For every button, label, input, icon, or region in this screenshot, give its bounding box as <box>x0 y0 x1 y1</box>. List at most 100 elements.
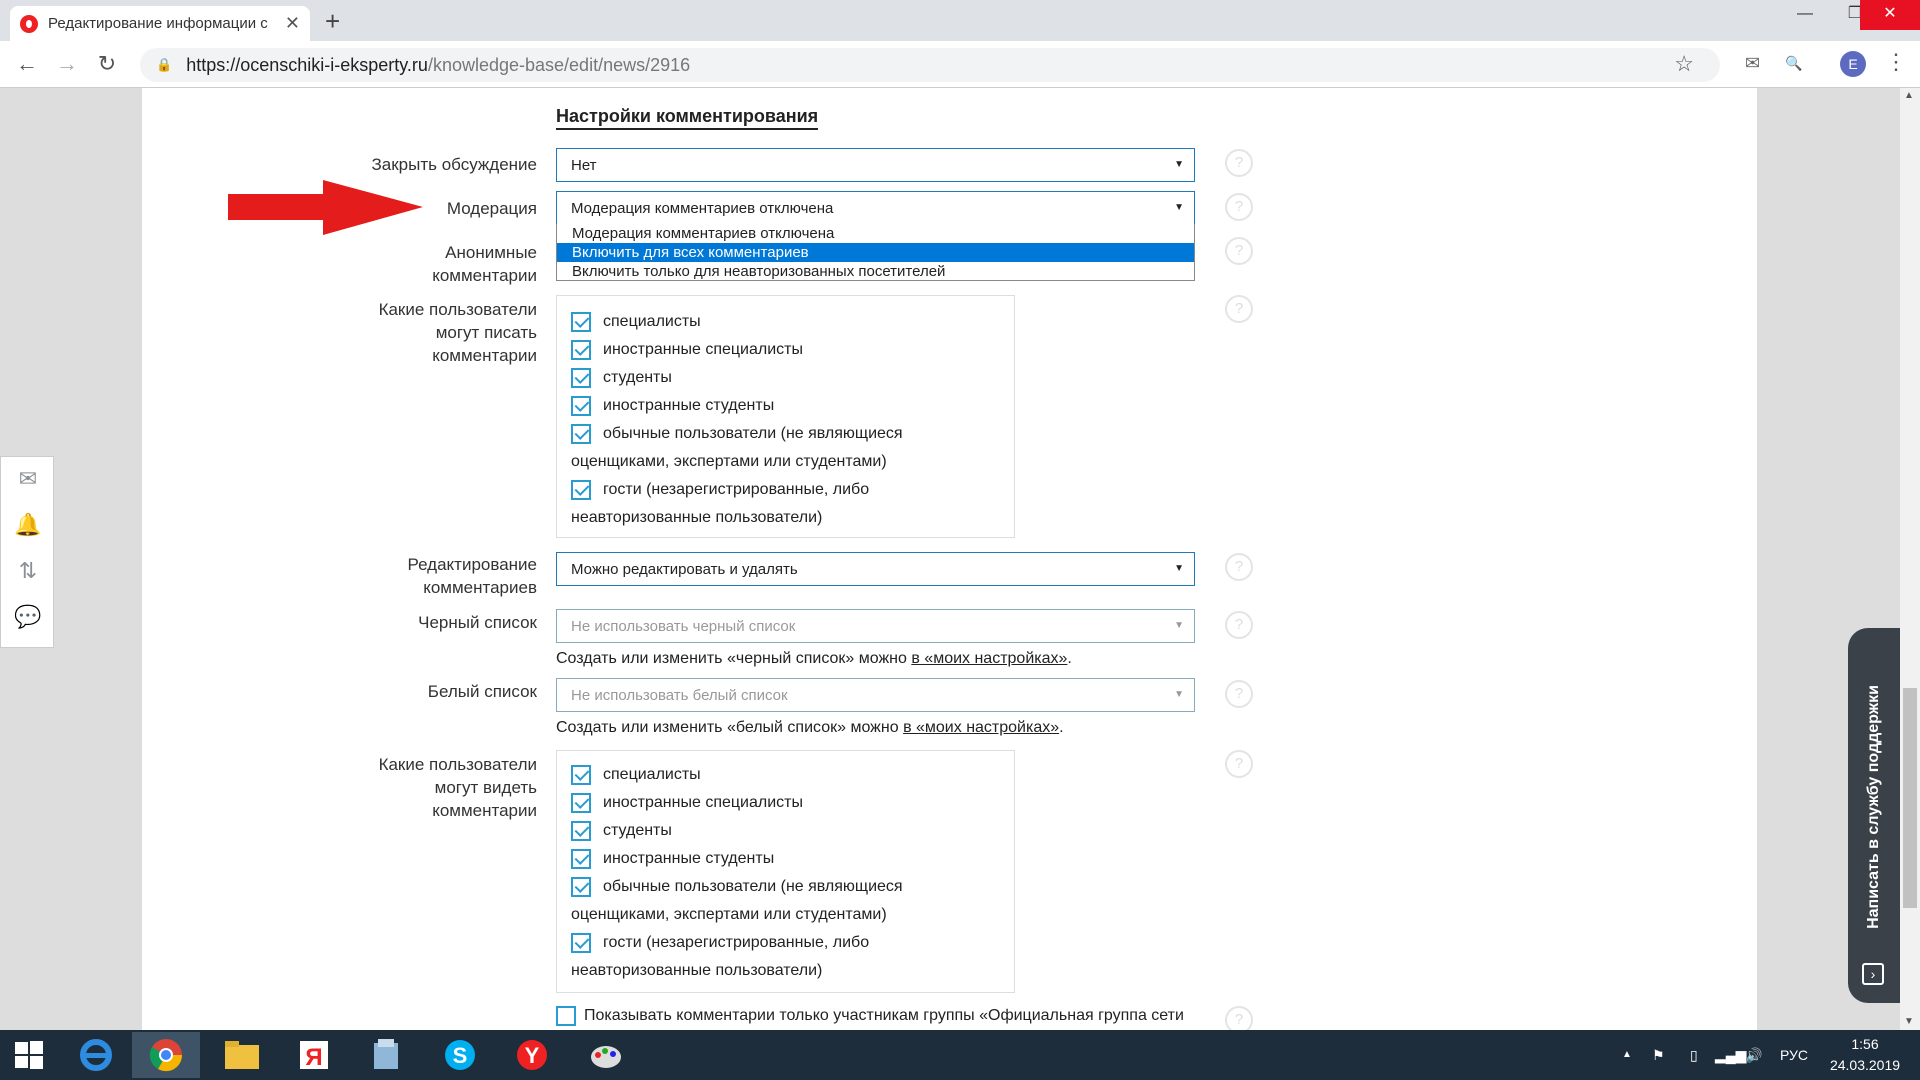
help-icon[interactable]: ? <box>1225 237 1253 265</box>
edit-comments-label-line2: комментариев <box>423 578 537 597</box>
whitelist-label: Белый список <box>427 682 537 701</box>
who-can-write-label-line1: Какие пользователи <box>378 300 537 319</box>
checkbox-row[interactable]: иностранные специалисты <box>571 793 803 813</box>
url-field[interactable]: 🔒 https://ocenschiki-i-eksperty.ru/knowl… <box>140 48 1720 82</box>
help-icon[interactable]: ? <box>1225 750 1253 778</box>
checkbox-row[interactable]: иностранные специалисты <box>571 340 803 360</box>
search-extension-icon[interactable]: 🔍 <box>1785 55 1802 72</box>
reload-icon[interactable]: ↻ <box>92 49 122 79</box>
checkbox-row[interactable]: обычные пользователи (не являющиеся <box>571 424 903 444</box>
checkbox[interactable] <box>571 480 591 500</box>
chat-icon[interactable]: 💬 <box>14 603 42 631</box>
moderation-select[interactable]: Модерация комментариев отключена ▼ <box>556 191 1195 225</box>
yandex-icon[interactable]: Y <box>498 1032 566 1078</box>
checkbox[interactable] <box>571 849 591 869</box>
blacklist-select[interactable]: Не использовать черный список ▼ <box>556 609 1195 643</box>
moderation-option[interactable]: Включить только для неавторизованных пос… <box>557 262 1194 281</box>
svg-text:Я: Я <box>305 1044 322 1071</box>
clock-date: 24.03.2019 <box>1829 1057 1901 1073</box>
help-icon[interactable]: ? <box>1225 149 1253 177</box>
edit-comments-select[interactable]: Можно редактировать и удалять ▼ <box>556 552 1195 586</box>
yandex-browser-icon[interactable]: Я <box>280 1032 348 1078</box>
section-title: Настройки комментирования <box>556 106 819 130</box>
refresh-icon[interactable]: ⇅ <box>14 557 42 585</box>
help-icon[interactable]: ? <box>1225 553 1253 581</box>
mail-extension-icon[interactable]: ✉ <box>1745 53 1760 74</box>
bell-icon[interactable]: 🔔 <box>14 511 42 539</box>
who-can-write-label-line3: комментарии <box>432 346 537 365</box>
file-explorer-icon[interactable] <box>208 1032 276 1078</box>
internet-explorer-icon[interactable] <box>62 1032 130 1078</box>
checkbox[interactable] <box>571 396 591 416</box>
svg-text:Y: Y <box>525 1043 540 1068</box>
checkbox[interactable] <box>571 312 591 332</box>
whitelist-settings-link[interactable]: в «моих настройках» <box>903 719 1059 736</box>
help-icon[interactable]: ? <box>1225 193 1253 221</box>
who-can-see-label-line3: комментарии <box>432 801 537 820</box>
group-only-checkbox[interactable] <box>556 1006 576 1026</box>
battery-icon[interactable]: ▯ <box>1690 1030 1698 1080</box>
paint-icon[interactable] <box>572 1032 640 1078</box>
bookmark-star-icon[interactable]: ☆ <box>1674 51 1694 77</box>
help-icon[interactable]: ? <box>1225 1006 1253 1030</box>
whitelist-note-text: Создать или изменить «белый список» можн… <box>556 719 904 736</box>
profile-avatar[interactable]: E <box>1840 51 1866 77</box>
network-icon[interactable]: ▂▄▆ <box>1715 1030 1746 1080</box>
action-center-flag-icon[interactable]: ⚑ <box>1652 1030 1665 1080</box>
scroll-up-icon[interactable]: ▲ <box>1904 90 1914 101</box>
checkbox-row[interactable]: специалисты <box>571 312 701 332</box>
checkbox-row[interactable]: гости (незарегистрированные, либо <box>571 480 869 500</box>
group-only-row[interactable]: Показывать комментарии только участникам… <box>556 1006 1184 1026</box>
checkbox[interactable] <box>571 765 591 785</box>
windows-start-icon[interactable] <box>0 1032 58 1078</box>
blacklist-settings-link[interactable]: в «моих настройках» <box>911 650 1067 667</box>
new-tab-icon[interactable]: + <box>325 6 340 37</box>
minimize-icon[interactable]: — <box>1780 0 1830 30</box>
checkbox-row[interactable]: иностранные студенты <box>571 849 774 869</box>
checkbox[interactable] <box>571 793 591 813</box>
whitelist-select[interactable]: Не использовать белый список ▼ <box>556 678 1195 712</box>
browser-menu-icon[interactable]: ⋮ <box>1885 49 1907 75</box>
dropdown-arrow-icon: ▼ <box>1174 563 1184 574</box>
close-discussion-label: Закрыть обсуждение <box>371 155 537 174</box>
moderation-option[interactable]: Модерация комментариев отключена <box>557 224 1194 243</box>
browser-tab[interactable]: Редактирование информации с ✕ <box>10 6 310 41</box>
checkbox-row[interactable]: студенты <box>571 368 672 388</box>
skype-icon[interactable]: S <box>426 1032 494 1078</box>
close-discussion-select[interactable]: Нет ▼ <box>556 148 1195 182</box>
help-icon[interactable]: ? <box>1225 680 1253 708</box>
checkbox-row[interactable]: гости (незарегистрированные, либо <box>571 933 869 953</box>
forward-icon[interactable]: → <box>52 49 82 79</box>
mail-icon[interactable]: ✉ <box>14 465 42 493</box>
lock-icon: 🔒 <box>156 57 173 72</box>
checkbox[interactable] <box>571 424 591 444</box>
moderation-dropdown-list: Модерация комментариев отключена Включит… <box>556 224 1195 281</box>
checkbox-label-continued: оценщиками, экспертами или студентами) <box>571 906 887 923</box>
back-icon[interactable]: ← <box>12 49 42 79</box>
clock[interactable]: 1:56 24.03.2019 <box>1825 1034 1905 1076</box>
help-icon[interactable]: ? <box>1225 295 1253 323</box>
scroll-thumb[interactable] <box>1903 688 1917 908</box>
checkbox[interactable] <box>571 877 591 897</box>
moderation-option-selected[interactable]: Включить для всех комментариев <box>557 243 1194 262</box>
tab-close-icon[interactable]: ✕ <box>285 13 300 34</box>
archiver-icon[interactable] <box>352 1032 420 1078</box>
checkbox-row[interactable]: иностранные студенты <box>571 396 774 416</box>
tray-expand-icon[interactable]: ▲ <box>1622 1030 1632 1080</box>
support-button[interactable]: Написать в службу поддержки › <box>1848 628 1900 1003</box>
checkbox[interactable] <box>571 340 591 360</box>
volume-icon[interactable]: 🔊 <box>1745 1030 1762 1080</box>
checkbox-row[interactable]: обычные пользователи (не являющиеся <box>571 877 903 897</box>
checkbox[interactable] <box>571 821 591 841</box>
moderation-value: Модерация комментариев отключена <box>571 199 834 217</box>
scroll-down-icon[interactable]: ▼ <box>1904 1016 1914 1027</box>
checkbox[interactable] <box>571 368 591 388</box>
checkbox-row[interactable]: специалисты <box>571 765 701 785</box>
help-icon[interactable]: ? <box>1225 611 1253 639</box>
chrome-icon[interactable] <box>132 1032 200 1078</box>
close-window-icon[interactable]: ✕ <box>1860 0 1920 30</box>
checkbox[interactable] <box>571 933 591 953</box>
checkbox-row[interactable]: студенты <box>571 821 672 841</box>
page-scrollbar[interactable]: ▲ ▼ <box>1900 88 1920 1030</box>
language-indicator[interactable]: РУС <box>1780 1030 1808 1080</box>
